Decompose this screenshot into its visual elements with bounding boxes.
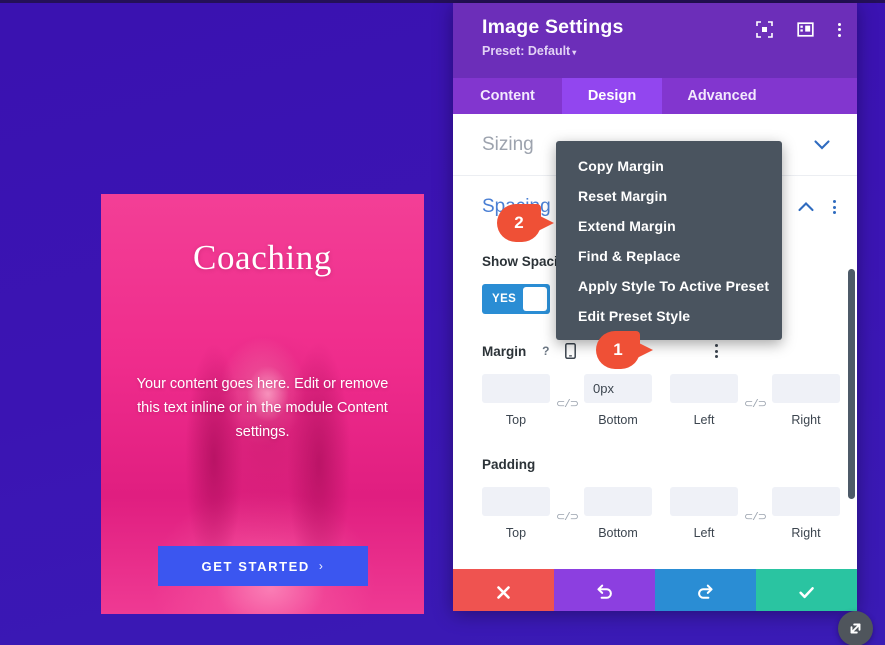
settings-scrollbar[interactable]: [848, 269, 855, 499]
padding-fields: Top ⊂/⊃ Bottom Left ⊂/⊃ Right: [482, 487, 840, 540]
margin-left-caption: Left: [693, 413, 715, 427]
padding-group-header: Padding: [482, 453, 836, 475]
chevron-up-icon[interactable]: [792, 198, 820, 216]
undo-button[interactable]: [554, 569, 655, 611]
padding-group: Padding Top ⊂/⊃ Bottom Left ⊂/⊃ Right: [482, 453, 840, 540]
preset-selector[interactable]: Preset: Default ▾: [482, 44, 839, 58]
redo-icon: [698, 584, 713, 599]
menu-item-apply-style-to-active-preset[interactable]: Apply Style To Active Preset: [556, 271, 782, 301]
padding-link-horizontal-icon[interactable]: ⊂/⊃: [738, 510, 772, 524]
margin-horizontal-pair: Left ⊂/⊃ Right: [670, 374, 840, 427]
more-options-icon[interactable]: [838, 22, 841, 37]
margin-bottom-caption: Bottom: [598, 413, 638, 427]
callout-marker-1: 1: [596, 331, 654, 369]
chevron-down-icon: ▾: [572, 48, 577, 57]
focus-mode-icon[interactable]: [756, 21, 773, 38]
redo-button[interactable]: [655, 569, 756, 611]
menu-item-reset-margin[interactable]: Reset Margin: [556, 181, 782, 211]
padding-top-input[interactable]: [482, 487, 550, 516]
tab-content[interactable]: Content: [453, 78, 562, 114]
margin-context-menu[interactable]: Copy Margin Reset Margin Extend Margin F…: [556, 141, 782, 340]
padding-right-caption: Right: [791, 526, 821, 540]
padding-bottom-input[interactable]: [584, 487, 652, 516]
save-button[interactable]: [756, 569, 857, 611]
get-started-button[interactable]: GET STARTED ›: [158, 546, 368, 586]
check-icon: [799, 587, 814, 599]
get-started-label: GET STARTED: [201, 558, 310, 574]
padding-left-cell: Left: [670, 487, 738, 540]
padding-link-vertical-icon[interactable]: ⊂/⊃: [550, 510, 584, 524]
callout-number: 2: [514, 213, 524, 232]
padding-top-cell: Top: [482, 487, 550, 540]
margin-bottom-input[interactable]: 0px: [584, 374, 652, 403]
margin-options-dots[interactable]: [715, 344, 718, 358]
margin-bottom-cell: 0px Bottom: [584, 374, 652, 427]
section-spacing-options-icon[interactable]: [833, 200, 836, 214]
margin-right-caption: Right: [791, 413, 821, 427]
tab-bar: Content Design Advanced: [453, 78, 857, 114]
margin-group: Margin ? Top ⊂/⊃ 0px Bottom Left ⊂/⊃ Rig…: [482, 340, 840, 427]
undo-icon: [597, 584, 612, 599]
margin-top-cell: Top: [482, 374, 550, 427]
modal-footer: [453, 569, 857, 611]
margin-label: Margin: [482, 343, 527, 359]
padding-horizontal-pair: Left ⊂/⊃ Right: [670, 487, 840, 540]
margin-vertical-pair: Top ⊂/⊃ 0px Bottom: [482, 374, 652, 427]
padding-left-input[interactable]: [670, 487, 738, 516]
modal-header: Image Settings Preset: Default ▾: [453, 3, 857, 78]
margin-left-cell: Left: [670, 374, 738, 427]
toggle-knob: [523, 287, 547, 311]
margin-fields: Top ⊂/⊃ 0px Bottom Left ⊂/⊃ Right: [482, 374, 840, 427]
preset-label: Preset: Default: [482, 44, 571, 58]
chevron-down-icon[interactable]: [808, 136, 836, 154]
view-layout-icon[interactable]: [797, 21, 814, 38]
resize-handle[interactable]: [838, 611, 873, 645]
margin-link-horizontal-icon[interactable]: ⊂/⊃: [738, 397, 772, 411]
menu-item-find-replace[interactable]: Find & Replace: [556, 241, 782, 271]
margin-top-caption: Top: [505, 413, 527, 427]
resize-diagonal-icon: [850, 623, 861, 634]
module-preview-card[interactable]: Coaching Your content goes here. Edit or…: [101, 194, 424, 614]
margin-right-cell: Right: [772, 374, 840, 427]
help-icon[interactable]: ?: [537, 343, 554, 360]
padding-right-input[interactable]: [772, 487, 840, 516]
tab-advanced[interactable]: Advanced: [662, 78, 782, 114]
callout-number: 1: [613, 340, 623, 359]
close-icon: [497, 586, 510, 599]
callout-marker-2: 2: [497, 204, 555, 242]
toggle-value: YES: [492, 293, 517, 305]
padding-vertical-pair: Top ⊂/⊃ Bottom: [482, 487, 652, 540]
preview-heading: Coaching: [193, 238, 332, 277]
chevron-right-icon: ›: [318, 559, 325, 573]
menu-item-edit-preset-style[interactable]: Edit Preset Style: [556, 301, 782, 331]
padding-bottom-cell: Bottom: [584, 487, 652, 540]
margin-link-vertical-icon[interactable]: ⊂/⊃: [550, 397, 584, 411]
margin-group-header: Margin ?: [482, 340, 836, 362]
cancel-button[interactable]: [453, 569, 554, 611]
padding-right-cell: Right: [772, 487, 840, 540]
show-spacing-toggle[interactable]: YES: [482, 284, 550, 314]
menu-item-extend-margin[interactable]: Extend Margin: [556, 211, 782, 241]
preview-body-text: Your content goes here. Edit or remove t…: [136, 376, 389, 440]
padding-bottom-caption: Bottom: [598, 526, 638, 540]
menu-item-copy-margin[interactable]: Copy Margin: [556, 151, 782, 181]
responsive-mobile-icon[interactable]: [565, 343, 577, 359]
margin-left-input[interactable]: [670, 374, 738, 403]
modal-header-icons: [756, 21, 841, 38]
margin-top-input[interactable]: [482, 374, 550, 403]
padding-top-caption: Top: [505, 526, 527, 540]
margin-right-input[interactable]: [772, 374, 840, 403]
padding-label: Padding: [482, 456, 536, 472]
padding-left-caption: Left: [693, 526, 715, 540]
tab-design[interactable]: Design: [562, 78, 662, 114]
